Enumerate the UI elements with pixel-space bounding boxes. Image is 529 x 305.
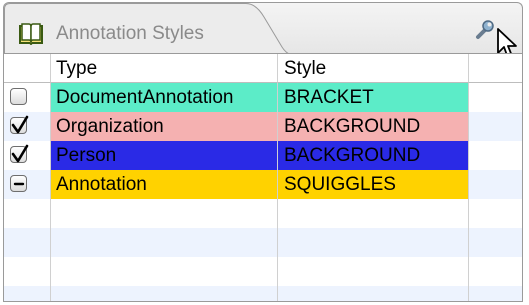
empty-row	[4, 257, 522, 286]
table-header-row: Type Style	[4, 54, 522, 83]
empty-row	[4, 228, 522, 257]
column-header-extra	[469, 54, 522, 83]
visibility-checkbox[interactable]	[10, 144, 29, 163]
dash-icon	[13, 182, 25, 186]
type-cell[interactable]: Annotation	[51, 170, 278, 199]
visibility-checkbox[interactable]	[10, 175, 27, 192]
panel-tab-bar: Annotation Styles	[3, 2, 523, 59]
book-icon	[18, 23, 44, 46]
table-row[interactable]: Organization BACKGROUND	[4, 112, 522, 141]
table-row[interactable]: Annotation SQUIGGLES	[4, 170, 522, 199]
annotation-styles-panel: Annotation Styles Type Style DocumentAnn…	[3, 2, 523, 302]
visibility-checkbox[interactable]	[10, 115, 29, 134]
checkmark-icon	[11, 144, 29, 163]
type-cell[interactable]: DocumentAnnotation	[51, 83, 278, 112]
style-cell[interactable]: SQUIGGLES	[278, 170, 469, 199]
table-row[interactable]: DocumentAnnotation BRACKET	[4, 83, 522, 112]
checkmark-icon	[11, 115, 29, 134]
visibility-checkbox[interactable]	[10, 88, 27, 105]
type-cell[interactable]: Organization	[51, 112, 278, 141]
style-cell[interactable]: BACKGROUND	[278, 112, 469, 141]
type-cell[interactable]: Person	[51, 141, 278, 170]
column-header-checkbox[interactable]	[4, 54, 51, 83]
style-cell[interactable]: BRACKET	[278, 83, 469, 112]
empty-row	[4, 199, 522, 228]
empty-row	[4, 286, 522, 301]
column-header-style[interactable]: Style	[278, 54, 469, 83]
styles-table: Type Style DocumentAnnotation BRACKET Or…	[3, 53, 523, 302]
column-header-type[interactable]: Type	[51, 54, 278, 83]
table-row[interactable]: Person BACKGROUND	[4, 141, 522, 170]
style-cell[interactable]: BACKGROUND	[278, 141, 469, 170]
panel-title[interactable]: Annotation Styles	[56, 23, 204, 45]
wrench-icon[interactable]	[474, 19, 496, 41]
